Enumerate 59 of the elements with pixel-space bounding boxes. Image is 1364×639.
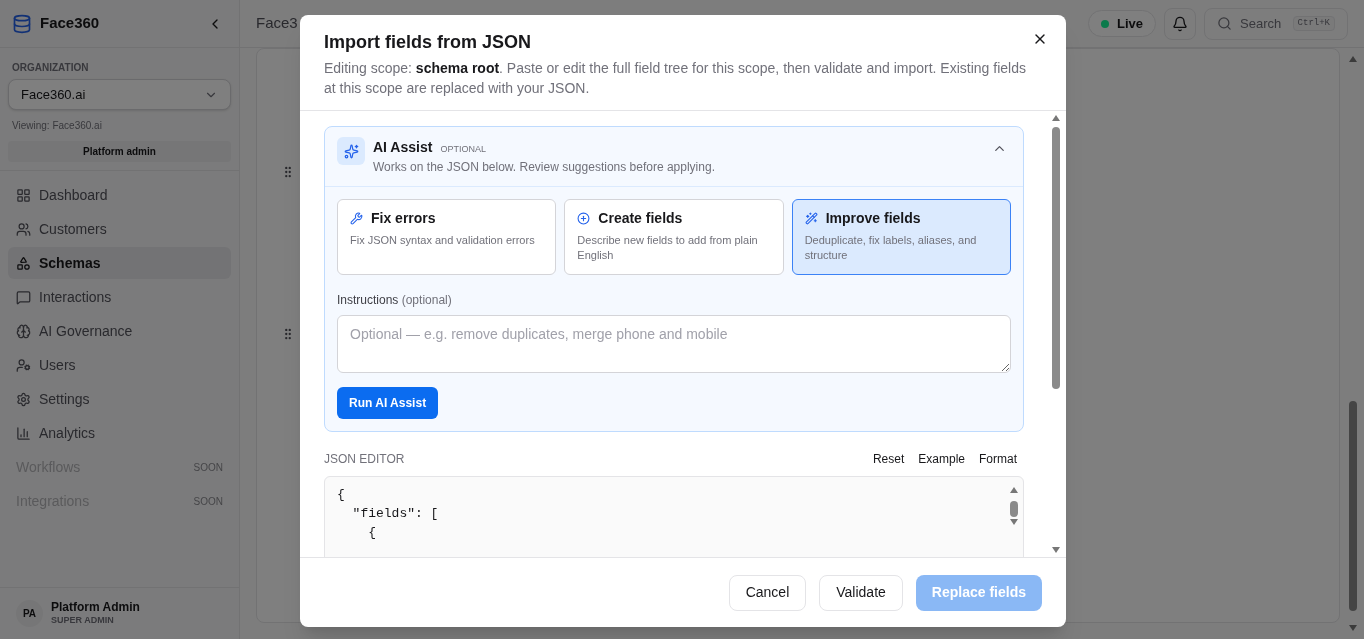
json-editor[interactable]: { "fields": [ { xyxy=(324,476,1024,557)
bell-icon xyxy=(1172,15,1188,32)
dialog-scrollbar[interactable] xyxy=(1051,115,1061,553)
dialog-description: Editing scope: schema root. Paste or edit the full field tree for this scope, then validate and import. Existing fields at this scope are replaced with your JSON. xyxy=(324,59,1027,98)
nav-icon xyxy=(16,221,31,237)
user-avatar: PA xyxy=(16,600,43,627)
editor-label: JSON EDITOR xyxy=(324,451,406,468)
viewing-text: Viewing: Face360.ai xyxy=(11,119,103,133)
run-ai-assist-button[interactable]: Run AI Assist xyxy=(337,387,439,419)
ai-assist-subtitle: Works on the JSON below. Review suggestions before applying. xyxy=(373,159,716,176)
page-scrollbar[interactable] xyxy=(1348,56,1358,631)
nav-icon xyxy=(16,357,31,373)
magic-wand-icon xyxy=(804,212,818,225)
code-line: { xyxy=(367,524,377,542)
footer-button[interactable]: Cancel xyxy=(728,574,807,611)
assist-option[interactable]: Improve fields Deduplicate, fix labels, aliases, and structure xyxy=(791,199,1011,275)
search-field[interactable]: Search Ctrl+K xyxy=(1204,7,1348,40)
nav-item[interactable]: AI Governance xyxy=(8,315,231,347)
status-label: Live xyxy=(1117,14,1143,33)
nav-item[interactable]: Customers xyxy=(8,213,231,245)
editor-action[interactable]: Example xyxy=(911,446,972,472)
org-label: ORGANIZATION xyxy=(11,61,90,75)
user-role: SUPER ADMIN xyxy=(51,615,115,627)
notifications-button[interactable] xyxy=(1164,7,1196,40)
instructions-field[interactable]: Optional — e.g. remove duplicates, merge phone and mobile xyxy=(337,315,1011,373)
brand-name: Face360 xyxy=(40,13,101,34)
ai-assist-title: AI Assist xyxy=(373,138,433,157)
shortcut-key: Ctrl+K xyxy=(1292,15,1335,32)
editor-action[interactable]: Reset xyxy=(865,446,912,472)
footer-button[interactable]: Validate xyxy=(819,574,903,611)
nav-icon xyxy=(16,289,31,305)
database-icon xyxy=(12,13,32,34)
nav-item[interactable]: Interactions xyxy=(8,281,231,313)
code-line: "fields": [ xyxy=(351,505,440,523)
nav-item[interactable]: Dashboard xyxy=(8,179,231,211)
search-icon xyxy=(1217,16,1232,31)
optional-tag: OPTIONAL xyxy=(440,143,486,157)
plus-circle-icon xyxy=(577,212,591,225)
user-name: Platform Admin xyxy=(51,600,140,616)
assist-option[interactable]: Fix errors Fix JSON syntax and validation errors xyxy=(337,199,557,275)
nav-icon xyxy=(16,255,31,271)
instructions-label: Instructions (optional) xyxy=(337,292,453,309)
nav-icon xyxy=(16,187,31,203)
nav-icon xyxy=(16,323,31,339)
nav-item[interactable]: Users xyxy=(8,349,231,381)
assist-option[interactable]: Create fields Describe new fields to add from plain English xyxy=(564,199,784,275)
editor-scrollbar[interactable] xyxy=(1009,487,1019,525)
role-badge: Platform admin xyxy=(8,141,231,162)
nav-item[interactable]: Analytics xyxy=(8,417,231,449)
nav-item[interactable]: Schemas xyxy=(8,247,231,279)
nav-icon xyxy=(16,391,31,407)
dialog-title: Import fields from JSON xyxy=(324,31,532,54)
sparkles-icon xyxy=(337,137,365,165)
wrench-icon xyxy=(350,212,363,225)
code-line: { xyxy=(337,486,346,504)
nav-item[interactable]: Settings xyxy=(8,383,231,415)
nav-icon xyxy=(16,425,31,441)
editor-action[interactable]: Format xyxy=(972,446,1024,472)
org-select[interactable]: Face360.ai xyxy=(8,79,231,110)
